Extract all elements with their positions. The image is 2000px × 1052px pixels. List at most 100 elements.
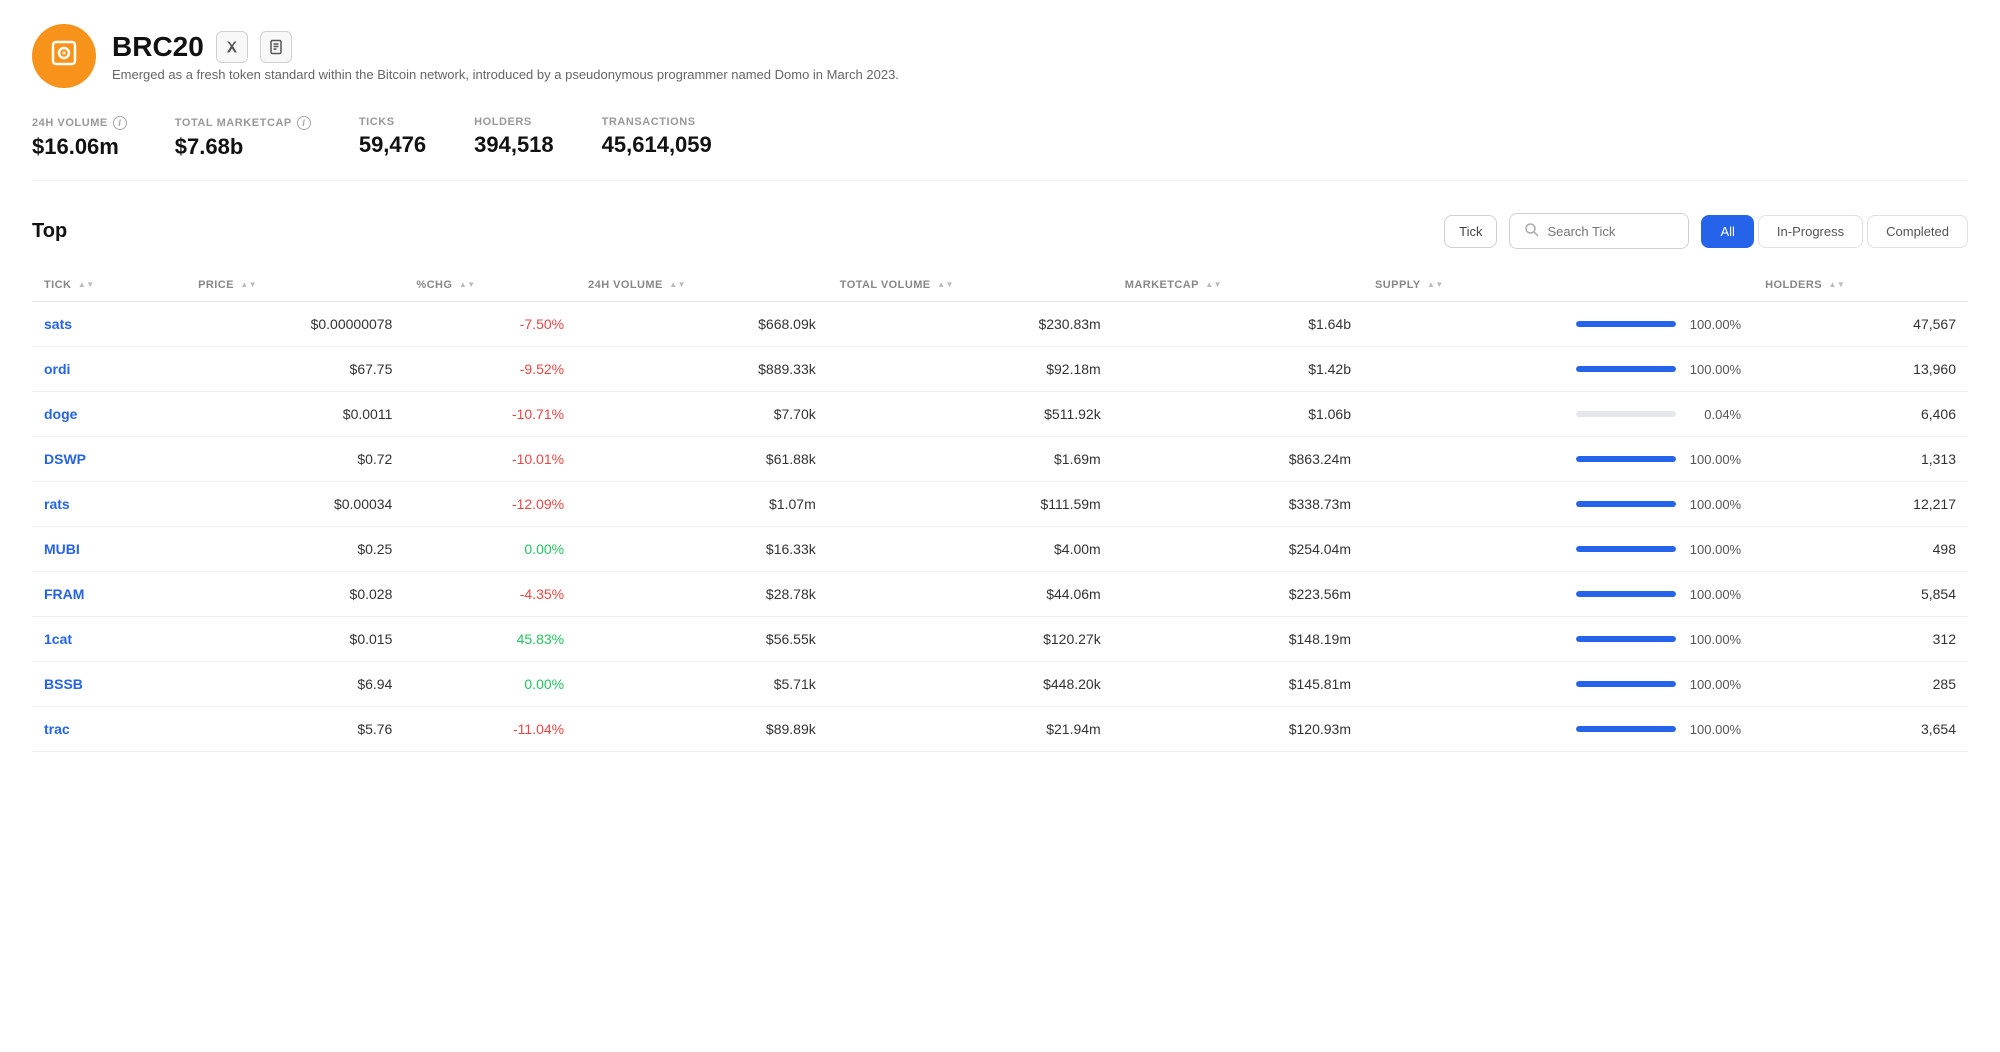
- holders-cell: 12,217: [1753, 482, 1968, 527]
- table-header: TICK ▲▼ PRICE ▲▼ %CHG ▲▼ 24H VOLUME ▲▼ T…: [32, 269, 1968, 302]
- info-icon: i: [297, 116, 311, 130]
- supply-cell: 100.00%: [1363, 347, 1753, 392]
- th-marketcap[interactable]: MARKETCAP ▲▼: [1113, 269, 1363, 302]
- supply-bar-wrap: 100.00%: [1375, 497, 1741, 512]
- top-header: Top Tick AllIn-ProgressCompleted: [32, 213, 1968, 249]
- supply-bar-wrap: 100.00%: [1375, 677, 1741, 692]
- supply-bar-bg: [1576, 456, 1676, 462]
- chg-cell: -7.50%: [404, 302, 576, 347]
- chg-cell: 0.00%: [404, 527, 576, 572]
- total-vol-cell: $230.83m: [828, 302, 1113, 347]
- tick-cell[interactable]: BSSB: [32, 662, 186, 707]
- th-supply[interactable]: SUPPLY ▲▼: [1363, 269, 1753, 302]
- th-tick[interactable]: TICK ▲▼: [32, 269, 186, 302]
- supply-bar-bg: [1576, 636, 1676, 642]
- stat-label: HOLDERS: [474, 116, 554, 128]
- page-wrapper: BRC20 Emerged as a fresh token standard …: [0, 0, 2000, 776]
- supply-cell: 100.00%: [1363, 527, 1753, 572]
- supply-cell: 100.00%: [1363, 482, 1753, 527]
- mcap-cell: $223.56m: [1113, 572, 1363, 617]
- th-price[interactable]: PRICE ▲▼: [186, 269, 404, 302]
- filter-tab[interactable]: All: [1701, 215, 1753, 248]
- vol24-cell: $1.07m: [576, 482, 828, 527]
- supply-bar-fill: [1576, 321, 1676, 327]
- vol24-cell: $5.71k: [576, 662, 828, 707]
- search-input[interactable]: [1547, 224, 1667, 239]
- chg-cell: 0.00%: [404, 662, 576, 707]
- tick-cell[interactable]: doge: [32, 392, 186, 437]
- table-row: doge $0.0011 -10.71% $7.70k $511.92k $1.…: [32, 392, 1968, 437]
- th-holders[interactable]: HOLDERS ▲▼: [1753, 269, 1968, 302]
- tick-cell[interactable]: trac: [32, 707, 186, 752]
- tick-link[interactable]: sats: [44, 316, 72, 332]
- supply-cell: 100.00%: [1363, 617, 1753, 662]
- stat-item: 24H VOLUME i $16.06m: [32, 116, 127, 160]
- mcap-cell: $148.19m: [1113, 617, 1363, 662]
- table-row: DSWP $0.72 -10.01% $61.88k $1.69m $863.2…: [32, 437, 1968, 482]
- tick-link[interactable]: 1cat: [44, 631, 72, 647]
- total-vol-cell: $111.59m: [828, 482, 1113, 527]
- tick-cell[interactable]: ordi: [32, 347, 186, 392]
- stat-value: 59,476: [359, 132, 426, 158]
- tick-link[interactable]: trac: [44, 721, 70, 737]
- twitter-button[interactable]: [216, 31, 248, 63]
- price-cell: $0.72: [186, 437, 404, 482]
- app-subtitle: Emerged as a fresh token standard within…: [112, 67, 1968, 82]
- supply-bar-fill: [1576, 636, 1676, 642]
- tick-cell[interactable]: 1cat: [32, 617, 186, 662]
- supply-pct: 100.00%: [1686, 542, 1741, 557]
- th-chg[interactable]: %CHG ▲▼: [404, 269, 576, 302]
- tick-cell[interactable]: MUBI: [32, 527, 186, 572]
- supply-cell: 100.00%: [1363, 572, 1753, 617]
- mcap-cell: $145.81m: [1113, 662, 1363, 707]
- supply-pct: 100.00%: [1686, 587, 1741, 602]
- total-vol-cell: $4.00m: [828, 527, 1113, 572]
- stats-row: 24H VOLUME i $16.06m TOTAL MARKETCAP i $…: [32, 116, 1968, 181]
- tick-link[interactable]: BSSB: [44, 676, 83, 692]
- tick-link[interactable]: DSWP: [44, 451, 86, 467]
- supply-pct: 100.00%: [1686, 317, 1741, 332]
- docs-button[interactable]: [260, 31, 292, 63]
- vol24-cell: $7.70k: [576, 392, 828, 437]
- supply-bar-fill: [1576, 366, 1676, 372]
- app-header: BRC20 Emerged as a fresh token standard …: [32, 24, 1968, 88]
- search-icon: [1524, 222, 1539, 240]
- filter-tabs: AllIn-ProgressCompleted: [1701, 215, 1968, 248]
- header-title-row: BRC20: [112, 31, 1968, 63]
- stat-label: TOTAL MARKETCAP i: [175, 116, 311, 130]
- tick-link[interactable]: FRAM: [44, 586, 84, 602]
- tick-cell[interactable]: rats: [32, 482, 186, 527]
- stat-label: TICKS: [359, 116, 426, 128]
- tick-link[interactable]: doge: [44, 406, 77, 422]
- th-vol24[interactable]: 24H VOLUME ▲▼: [576, 269, 828, 302]
- logo-icon: [46, 35, 82, 78]
- price-cell: $0.00000078: [186, 302, 404, 347]
- tick-link[interactable]: MUBI: [44, 541, 80, 557]
- supply-bar-fill: [1576, 546, 1676, 552]
- tick-cell[interactable]: DSWP: [32, 437, 186, 482]
- supply-pct: 100.00%: [1686, 497, 1741, 512]
- th-total-vol[interactable]: TOTAL VOLUME ▲▼: [828, 269, 1113, 302]
- tick-cell[interactable]: sats: [32, 302, 186, 347]
- stat-label: TRANSACTIONS: [602, 116, 712, 128]
- filter-tab[interactable]: In-Progress: [1758, 215, 1863, 248]
- mcap-cell: $120.93m: [1113, 707, 1363, 752]
- top-controls: Tick AllIn-ProgressCompleted: [1444, 213, 1968, 249]
- stat-item: TRANSACTIONS 45,614,059: [602, 116, 712, 160]
- supply-cell: 100.00%: [1363, 662, 1753, 707]
- search-box[interactable]: [1509, 213, 1689, 249]
- supply-bar-fill: [1576, 501, 1676, 507]
- total-vol-cell: $120.27k: [828, 617, 1113, 662]
- tick-link[interactable]: rats: [44, 496, 70, 512]
- supply-pct: 100.00%: [1686, 722, 1741, 737]
- tick-link[interactable]: ordi: [44, 361, 70, 377]
- supply-bar-wrap: 100.00%: [1375, 542, 1741, 557]
- total-vol-cell: $511.92k: [828, 392, 1113, 437]
- supply-bar-bg: [1576, 591, 1676, 597]
- supply-bar-wrap: 100.00%: [1375, 587, 1741, 602]
- supply-bar-bg: [1576, 726, 1676, 732]
- tick-cell[interactable]: FRAM: [32, 572, 186, 617]
- holders-cell: 5,854: [1753, 572, 1968, 617]
- vol24-cell: $889.33k: [576, 347, 828, 392]
- filter-tab[interactable]: Completed: [1867, 215, 1968, 248]
